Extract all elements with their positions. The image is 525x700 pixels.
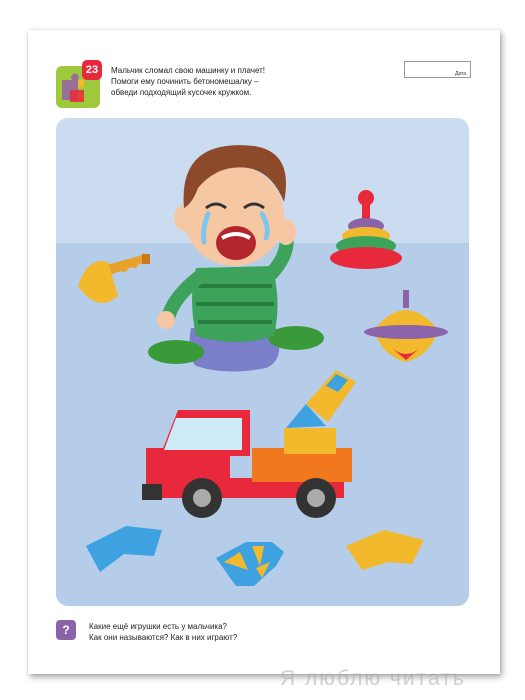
question-text: Какие ещё игрушки есть у мальчика? Как о… [89,621,349,643]
task-instruction: Мальчик сломал свою машинку и плачет! По… [111,65,341,98]
question-line-2: Как они называются? Как в них играют? [89,633,238,642]
task-number-badge: 23 [82,60,102,80]
instruction-line-2: Помоги ему починить бетономешалку – [111,77,259,86]
instruction-line-3: обведи подходящий кусочек кружком. [111,88,252,97]
question-line-1: Какие ещё игрушки есть у мальчика? [89,622,227,631]
illustration-scene [56,118,469,606]
question-icon: ? [56,620,76,640]
date-label: Дата [455,71,467,77]
watermark-text: Я люблю читать [280,667,466,690]
instruction-line-1: Мальчик сломал свою машинку и плачет! [111,66,266,75]
